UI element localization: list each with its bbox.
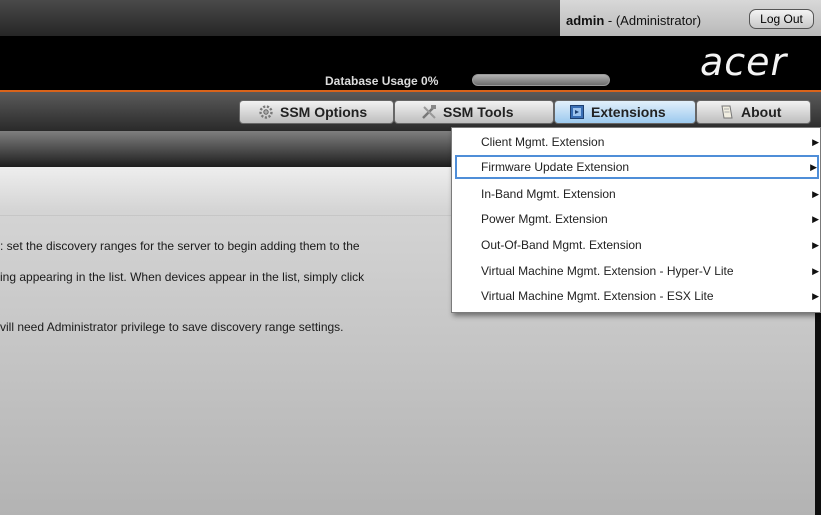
menu-item-label: Firmware Update Extension [481, 160, 630, 174]
submenu-arrow-icon: ▶ [812, 189, 819, 199]
menu-item-vm-mgmt-esx-lite[interactable]: Virtual Machine Mgmt. Extension - ESX Li… [455, 284, 819, 308]
menu-ssm-options[interactable]: SSM Options [239, 100, 394, 124]
acer-logo: acer [700, 40, 788, 84]
user-name: admin [566, 13, 605, 28]
tools-icon [421, 104, 437, 120]
menu-item-label: Virtual Machine Mgmt. Extension - ESX Li… [481, 289, 714, 303]
database-usage-label: Database Usage 0% [325, 74, 439, 88]
menu-item-label: Out-Of-Band Mgmt. Extension [481, 238, 642, 252]
book-icon [719, 104, 735, 120]
menu-item-vm-mgmt-hyper-v-lite[interactable]: Virtual Machine Mgmt. Extension - Hyper-… [455, 259, 819, 283]
submenu-arrow-icon: ▶ [812, 137, 819, 147]
submenu-arrow-icon: ▶ [810, 162, 817, 172]
menu-ssm-tools[interactable]: SSM Tools [394, 100, 554, 124]
menu-about-label: About [741, 104, 782, 120]
menu-extensions-label: Extensions [591, 104, 666, 120]
menu-item-client-mgmt-extension[interactable]: Client Mgmt. Extension ▶ [455, 130, 819, 154]
user-role: - (Administrator) [604, 13, 702, 28]
user-label: admin - (Administrator) [566, 13, 701, 28]
menu-item-label: In-Band Mgmt. Extension [481, 187, 616, 201]
menu-ssm-tools-label: SSM Tools [443, 104, 514, 120]
menu-about[interactable]: About [696, 100, 811, 124]
menu-item-power-mgmt-extension[interactable]: Power Mgmt. Extension ▶ [455, 207, 819, 231]
menu-item-label: Power Mgmt. Extension [481, 212, 608, 226]
content-line-3: vill need Administrator privilege to sav… [0, 320, 344, 334]
submenu-arrow-icon: ▶ [812, 291, 819, 301]
gear-icon [258, 104, 274, 120]
content-line-1: : set the discovery ranges for the serve… [0, 239, 360, 253]
submenu-arrow-icon: ▶ [812, 266, 819, 276]
submenu-arrow-icon: ▶ [812, 214, 819, 224]
extension-icon [569, 104, 585, 120]
menu-item-firmware-update-extension[interactable]: Firmware Update Extension ▶ [455, 155, 819, 179]
menu-item-out-of-band-mgmt-extension[interactable]: Out-Of-Band Mgmt. Extension ▶ [455, 233, 819, 257]
menu-item-label: Virtual Machine Mgmt. Extension - Hyper-… [481, 264, 734, 278]
logout-button[interactable]: Log Out [749, 9, 814, 29]
submenu-arrow-icon: ▶ [812, 240, 819, 250]
extensions-dropdown: Client Mgmt. Extension ▶ Firmware Update … [451, 127, 821, 313]
menu-ssm-options-label: SSM Options [280, 104, 368, 120]
database-usage-bar [472, 74, 610, 86]
menu-extensions[interactable]: Extensions [554, 100, 696, 124]
menu-item-label: Client Mgmt. Extension [481, 135, 605, 149]
content-line-2: ing appearing in the list. When devices … [0, 270, 365, 284]
menu-item-in-band-mgmt-extension[interactable]: In-Band Mgmt. Extension ▶ [455, 182, 819, 206]
